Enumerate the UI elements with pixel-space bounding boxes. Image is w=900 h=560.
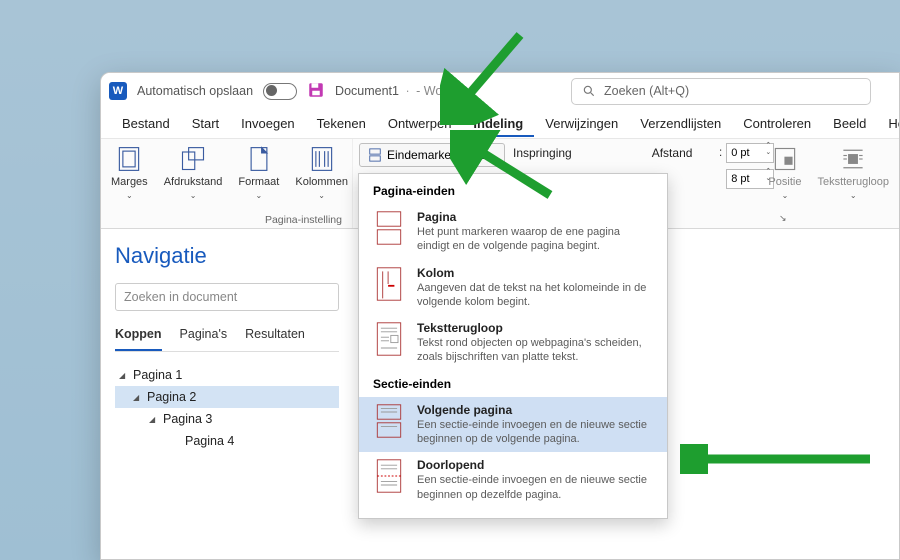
textwrap-button[interactable]: Tekstterugloop⌄ xyxy=(813,143,893,202)
menu-controleren[interactable]: Controleren xyxy=(732,110,822,137)
search-icon xyxy=(582,84,596,98)
word-app-icon: W xyxy=(109,82,127,100)
dropdown-item[interactable]: PaginaHet punt markeren waarop de ene pa… xyxy=(359,204,667,260)
menu-bestand[interactable]: Bestand xyxy=(111,110,181,137)
page-setup-group-label: Pagina-instelling xyxy=(107,214,346,226)
columns-button[interactable]: Kolommen⌄ xyxy=(291,143,352,214)
search-box[interactable]: Zoeken (Alt+Q) xyxy=(571,78,871,105)
menu-invoegen[interactable]: Invoegen xyxy=(230,110,306,137)
dropdown-item[interactable]: DoorlopendEen sectie-einde invoegen en d… xyxy=(359,452,667,508)
nav-tab-koppen[interactable]: Koppen xyxy=(115,327,162,351)
navigation-search-input[interactable]: Zoeken in document xyxy=(115,283,339,311)
tree-item[interactable]: Pagina 4 xyxy=(115,430,339,452)
breaks-dropdown-menu: Pagina-eindenPaginaHet punt markeren waa… xyxy=(358,173,668,519)
annotation-arrow xyxy=(680,444,880,474)
position-button[interactable]: Positie⌄ xyxy=(764,143,805,202)
annotation-arrow xyxy=(450,130,570,210)
navigation-title: Navigatie xyxy=(115,243,339,269)
nav-tab-pagina's[interactable]: Pagina's xyxy=(180,327,228,351)
menu-beeld[interactable]: Beeld xyxy=(822,110,877,137)
menu-help[interactable]: Help xyxy=(877,110,899,137)
tree-item[interactable]: ◢Pagina 2 xyxy=(115,386,339,408)
headings-tree: ◢Pagina 1◢Pagina 2◢Pagina 3Pagina 4 xyxy=(115,364,339,452)
breaks-icon xyxy=(368,148,382,162)
ribbon-arrange-group: Positie⌄ Tekstterugloop⌄ xyxy=(764,143,899,202)
paragraph-dialog-launcher[interactable]: ↘ xyxy=(779,213,787,224)
tree-item[interactable]: ◢Pagina 1 xyxy=(115,364,339,386)
annotation-arrow xyxy=(440,25,540,125)
ribbon-group-page-setup: Marges⌄ Afdrukstand⌄ Formaat⌄ Kolommen⌄ … xyxy=(101,139,353,228)
save-icon[interactable] xyxy=(307,81,325,102)
navigation-tabs: Koppen Pagina's Resultaten xyxy=(115,327,339,352)
menu-tekenen[interactable]: Tekenen xyxy=(306,110,377,137)
margins-button[interactable]: Marges⌄ xyxy=(107,143,152,214)
size-button[interactable]: Formaat⌄ xyxy=(234,143,283,214)
dropdown-item[interactable]: Volgende paginaEen sectie-einde invoegen… xyxy=(359,397,667,453)
spacing-label: Afstand xyxy=(652,146,693,160)
menu-start[interactable]: Start xyxy=(181,110,230,137)
nav-tab-resultaten[interactable]: Resultaten xyxy=(245,327,305,351)
dropdown-section-header: Sectie-einden xyxy=(359,375,667,397)
orientation-button[interactable]: Afdrukstand⌄ xyxy=(160,143,227,214)
autosave-toggle[interactable] xyxy=(263,83,297,100)
dropdown-item[interactable]: KolomAangeven dat de tekst na het kolome… xyxy=(359,260,667,316)
dropdown-item[interactable]: TekstterugloopTekst rond objecten op web… xyxy=(359,315,667,371)
navigation-pane: Navigatie Zoeken in document Koppen Pagin… xyxy=(101,229,353,559)
autosave-label: Automatisch opslaan xyxy=(137,84,253,98)
tree-item[interactable]: ◢Pagina 3 xyxy=(115,408,339,430)
menu-verzendlijsten[interactable]: Verzendlijsten xyxy=(629,110,732,137)
document-title: Document1 · - Word xyxy=(335,84,453,98)
